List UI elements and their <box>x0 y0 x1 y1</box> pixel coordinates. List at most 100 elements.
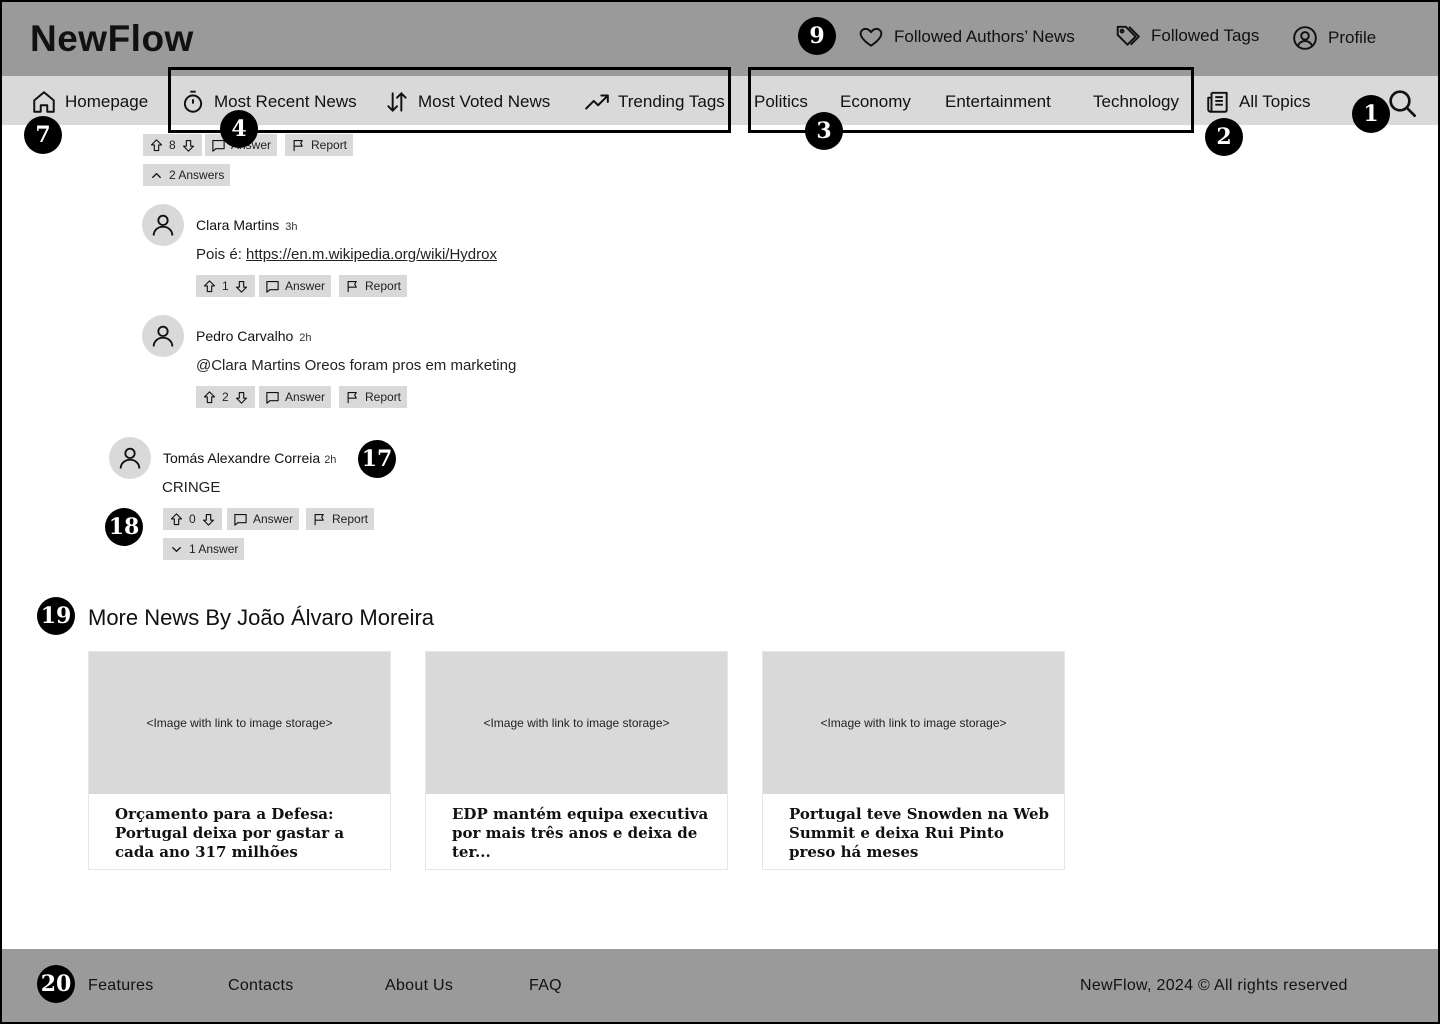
comment-icon <box>234 513 247 526</box>
nav-topic-politics[interactable]: Politics <box>754 87 808 117</box>
comment-header: Tomás Alexandre Correia 2h <box>163 450 336 468</box>
home-icon <box>33 91 55 113</box>
annotation-badge-4: 4 <box>220 110 258 148</box>
comment-text: Pois é: https://en.m.wikipedia.org/wiki/… <box>196 246 497 263</box>
user-circle-icon <box>1293 26 1317 50</box>
nav-all-topics[interactable]: All Topics <box>1205 87 1311 117</box>
report-label: Report <box>365 279 402 293</box>
nav-homepage[interactable]: Homepage <box>31 87 148 117</box>
arrow-down-icon[interactable] <box>201 512 216 527</box>
toggle-answers-button[interactable]: 2 Answers <box>143 164 231 186</box>
arrow-up-icon[interactable] <box>169 512 184 527</box>
news-card[interactable]: <Image with link to image storage> Portu… <box>762 651 1065 870</box>
followed-tags-link[interactable]: Followed Tags <box>1115 23 1259 49</box>
news-card-image[interactable]: <Image with link to image storage> <box>89 652 390 794</box>
answer-label: Answer <box>285 279 326 293</box>
followed-tags-label: Followed Tags <box>1151 26 1260 45</box>
toggle-answers-button[interactable]: 1 Answer <box>163 538 245 560</box>
answer-button[interactable]: Answer <box>259 386 332 408</box>
chevron-down-icon <box>172 546 181 552</box>
report-label: Report <box>365 390 402 404</box>
vote-control[interactable]: 1 <box>196 275 255 297</box>
annotation-badge-20: 20 <box>37 965 75 1003</box>
comment-author[interactable]: Clara Martins <box>196 217 279 233</box>
nav-topic-label: Entertainment <box>945 92 1051 111</box>
news-card-title[interactable]: EDP mantém equipa executiva por mais trê… <box>452 805 717 862</box>
stopwatch-icon <box>183 90 203 113</box>
toggle-answers-label: 1 Answer <box>189 542 239 556</box>
arrow-down-icon[interactable] <box>181 138 196 153</box>
flag-icon <box>293 139 303 151</box>
avatar[interactable] <box>142 315 184 357</box>
comment-text: CRINGE <box>162 479 221 496</box>
more-news-title: More News By João Álvaro Moreira <box>88 605 435 630</box>
news-card-image[interactable]: <Image with link to image storage> <box>763 652 1064 794</box>
nav-topic-label: Technology <box>1093 92 1180 111</box>
nav-trending-tags-label: Trending Tags <box>618 92 725 111</box>
annotation-badge-1: 1 <box>1352 95 1390 133</box>
profile-link[interactable]: Profile <box>1292 25 1376 51</box>
footer-link-about-us[interactable]: About Us <box>385 977 453 995</box>
nav-topic-technology[interactable]: Technology <box>1093 87 1179 117</box>
user-icon <box>152 214 174 236</box>
nav-topic-label: Economy <box>840 92 911 111</box>
answer-button[interactable]: Answer <box>227 508 300 530</box>
annotation-badge-3: 3 <box>805 112 843 150</box>
arrow-up-icon[interactable] <box>149 138 164 153</box>
arrow-down-icon[interactable] <box>234 390 249 405</box>
report-button[interactable]: Report <box>306 508 375 530</box>
news-card[interactable]: <Image with link to image storage> EDP m… <box>425 651 728 870</box>
toggle-answers-label: 2 Answers <box>169 168 225 182</box>
annotation-badge-7: 7 <box>24 116 62 154</box>
followed-authors-link[interactable]: Followed Authors’ News <box>858 24 1075 50</box>
flag-icon <box>347 280 357 292</box>
report-label: Report <box>311 138 348 152</box>
nav-topic-label: Politics <box>754 92 808 111</box>
nav-topic-entertainment[interactable]: Entertainment <box>945 87 1051 117</box>
footer-link-features[interactable]: Features <box>88 977 154 995</box>
arrow-down-icon[interactable] <box>234 279 249 294</box>
comment-header: Pedro Carvalho 2h <box>196 328 312 346</box>
annotation-badge-2: 2 <box>1205 118 1243 156</box>
annotation-badge-19: 19 <box>37 597 75 635</box>
report-button[interactable]: Report <box>339 386 408 408</box>
avatar[interactable] <box>109 437 151 479</box>
nav-most-recent-label: Most Recent News <box>214 92 357 111</box>
news-card-title[interactable]: Portugal teve Snowden na Web Summit e de… <box>789 805 1054 862</box>
vote-control[interactable]: 8 <box>143 134 202 156</box>
comment-author[interactable]: Tomás Alexandre Correia <box>163 450 320 466</box>
user-icon <box>119 447 141 469</box>
report-button[interactable]: Report <box>285 134 354 156</box>
trending-up-icon <box>585 94 609 110</box>
profile-label: Profile <box>1328 28 1377 47</box>
flag-icon <box>314 513 324 525</box>
search-icon <box>1389 90 1416 117</box>
nav-topic-economy[interactable]: Economy <box>840 87 911 117</box>
arrow-up-icon[interactable] <box>202 279 217 294</box>
nav-most-recent[interactable]: Most Recent News <box>180 87 357 117</box>
news-card-title[interactable]: Orçamento para a Defesa: Portugal deixa … <box>115 805 380 862</box>
search-button[interactable] <box>1386 87 1418 119</box>
nav-most-voted[interactable]: Most Voted News <box>384 87 550 117</box>
comment-link[interactable]: https://en.m.wikipedia.org/wiki/Hydrox <box>246 246 497 263</box>
footer-link-contacts[interactable]: Contacts <box>228 977 294 995</box>
footer-copyright: NewFlow, 2024 © All rights reserved <box>1080 977 1348 994</box>
report-button[interactable]: Report <box>339 275 408 297</box>
news-card[interactable]: <Image with link to image storage> Orçam… <box>88 651 391 870</box>
user-icon <box>152 325 174 347</box>
arrow-up-icon[interactable] <box>202 390 217 405</box>
nav-trending-tags[interactable]: Trending Tags <box>584 87 725 117</box>
comment-author[interactable]: Pedro Carvalho <box>196 328 293 344</box>
answer-button[interactable]: Answer <box>259 275 332 297</box>
footer-link-faq[interactable]: FAQ <box>529 977 562 995</box>
brand-logo[interactable]: NewFlow <box>30 18 194 60</box>
nav-all-topics-label: All Topics <box>1239 92 1311 111</box>
annotation-badge-9: 9 <box>798 17 836 55</box>
comment-time: 2h <box>299 332 312 344</box>
vote-control[interactable]: 0 <box>163 508 222 530</box>
comment-header: Clara Martins 3h <box>196 217 298 235</box>
vote-control[interactable]: 2 <box>196 386 255 408</box>
avatar[interactable] <box>142 204 184 246</box>
news-card-image[interactable]: <Image with link to image storage> <box>426 652 727 794</box>
comment-text-prefix: Pois é: <box>196 246 247 263</box>
